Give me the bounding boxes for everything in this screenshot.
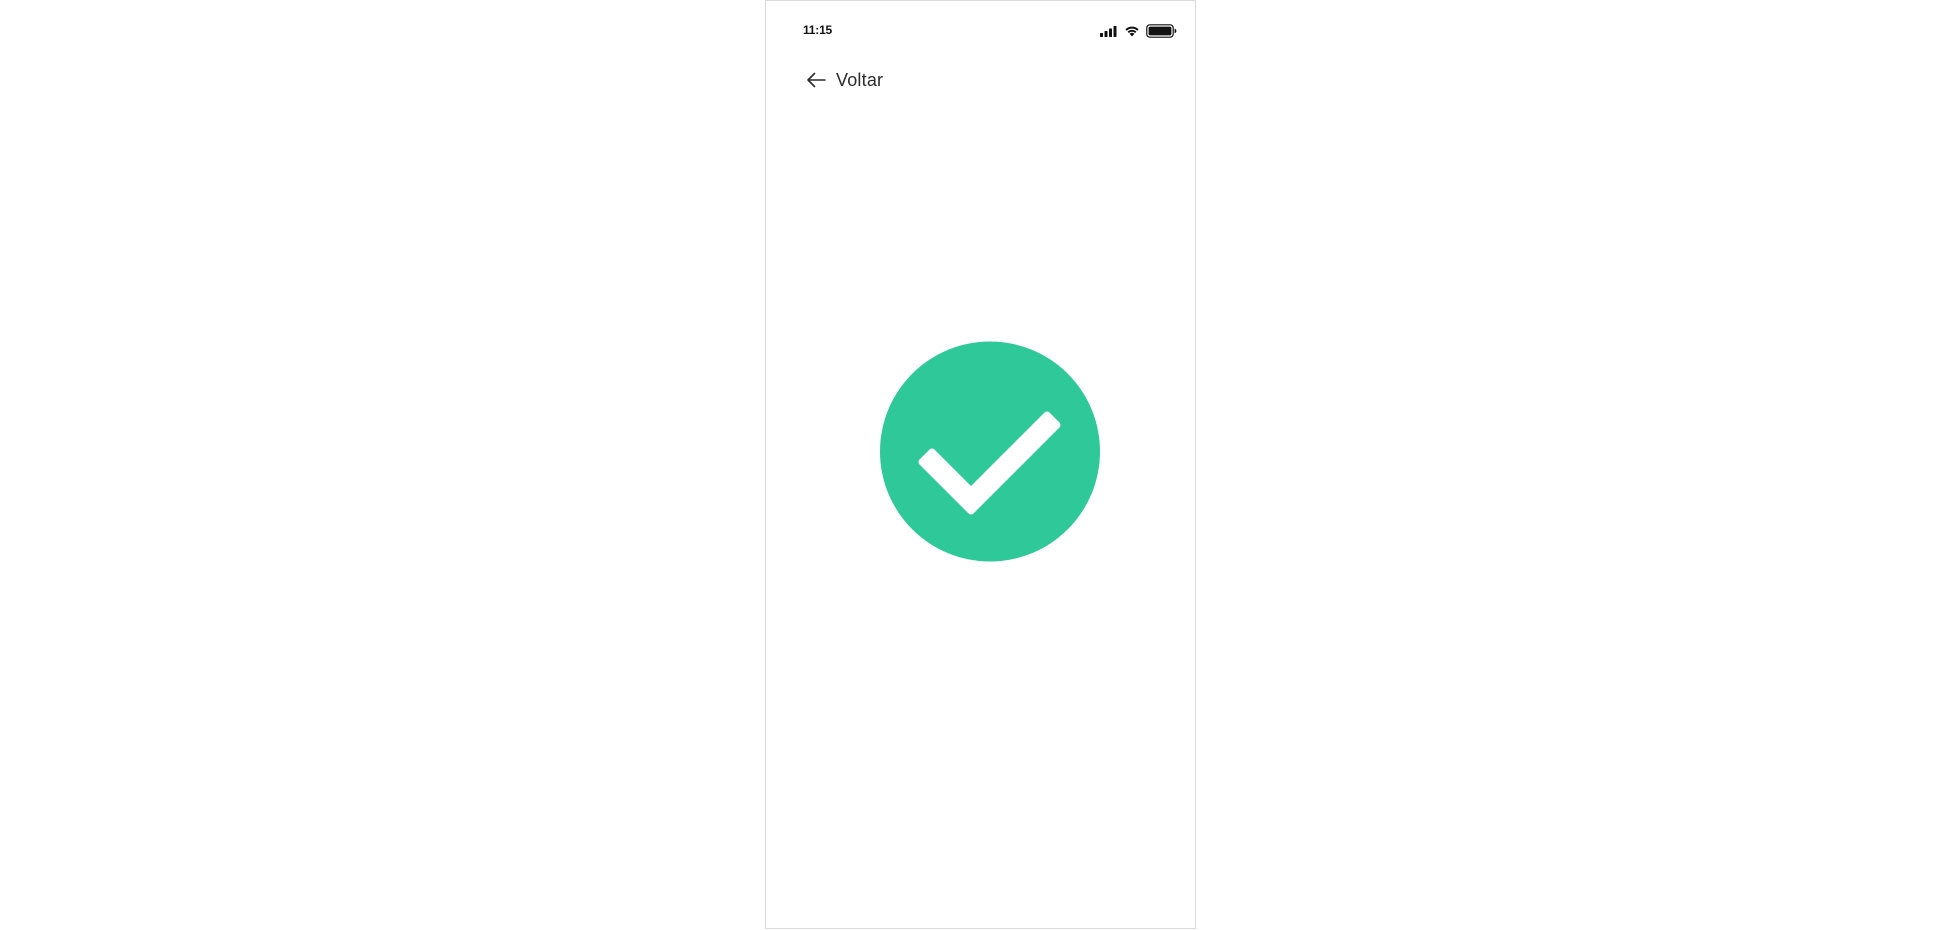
checkmark-circle-icon	[880, 341, 1100, 562]
phone-screen: 11:15 Voltar	[765, 0, 1196, 929]
back-button[interactable]: Voltar	[806, 67, 883, 93]
status-time: 11:15	[803, 23, 833, 37]
status-icons	[1100, 23, 1177, 39]
battery-icon	[1146, 24, 1177, 38]
wifi-icon	[1124, 25, 1140, 37]
success-circle	[880, 341, 1100, 562]
back-button-label: Voltar	[836, 69, 884, 90]
status-bar: 11:15	[766, 1, 1195, 61]
arrow-left-icon	[806, 72, 826, 88]
cellular-signal-icon	[1100, 25, 1118, 37]
